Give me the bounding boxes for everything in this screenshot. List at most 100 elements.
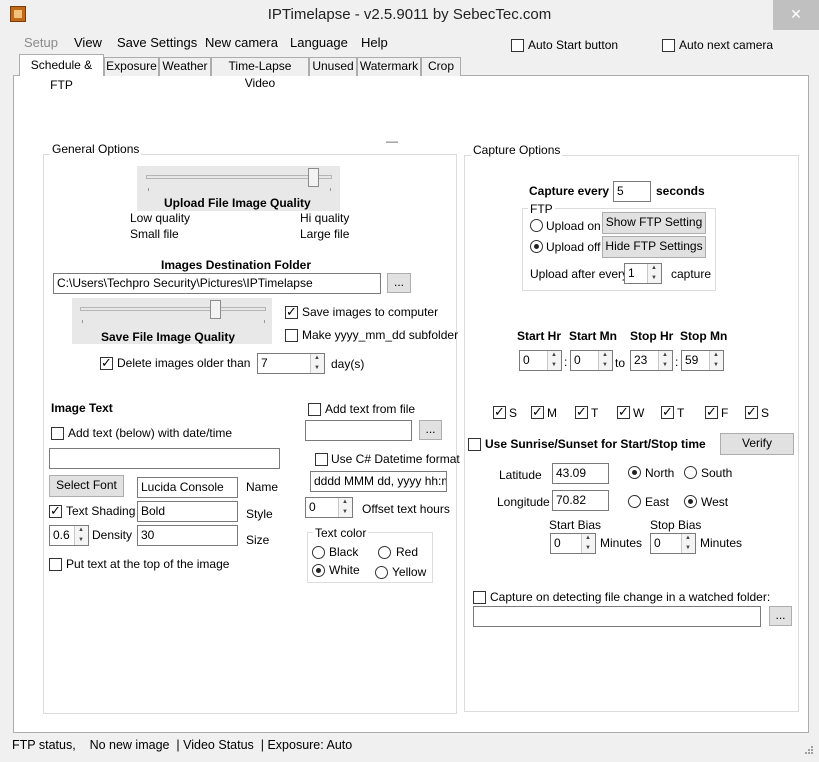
tab-weather[interactable]: Weather bbox=[159, 57, 211, 76]
color-white-radio[interactable] bbox=[312, 564, 325, 577]
day-thursday-checkbox[interactable] bbox=[661, 404, 674, 420]
day-wednesday-checkbox[interactable] bbox=[617, 404, 630, 420]
west-radio[interactable] bbox=[684, 495, 697, 508]
density-stepper[interactable]: 0.6 bbox=[49, 525, 89, 546]
color-yellow-label: Yellow bbox=[392, 565, 427, 579]
show-ftp-setting-button[interactable]: Show FTP Setting bbox=[602, 212, 706, 234]
font-name-input[interactable]: Lucida Console bbox=[137, 477, 238, 498]
spin-arrows-icon[interactable] bbox=[310, 354, 324, 373]
day-saturday-checkbox[interactable] bbox=[745, 404, 758, 420]
general-options-title: General Options bbox=[50, 142, 142, 156]
close-button[interactable]: ✕ bbox=[773, 0, 819, 30]
south-radio[interactable] bbox=[684, 466, 697, 479]
tab-crop[interactable]: Crop bbox=[421, 57, 461, 76]
start-hr-stepper[interactable]: 0 bbox=[519, 350, 562, 371]
color-red-radio[interactable] bbox=[378, 546, 391, 559]
to-label: to bbox=[615, 356, 626, 370]
capture-every-input[interactable]: 5 bbox=[613, 181, 651, 202]
spin-arrows-icon[interactable] bbox=[338, 498, 352, 517]
stop-hr-stepper[interactable]: 23 bbox=[630, 350, 673, 371]
spin-arrows-icon[interactable] bbox=[658, 351, 672, 370]
sunrise-sunset-checkbox[interactable] bbox=[468, 438, 481, 451]
save-to-computer-checkbox[interactable] bbox=[285, 304, 298, 320]
menu-save-settings[interactable]: Save Settings bbox=[117, 35, 197, 50]
select-font-button[interactable]: Select Font bbox=[49, 475, 124, 497]
hi-quality-label: Hi quality bbox=[300, 211, 350, 225]
tab-watermark[interactable]: Watermark bbox=[357, 57, 421, 76]
watched-folder-input[interactable] bbox=[473, 606, 761, 627]
colon-separator: : bbox=[675, 355, 679, 369]
tab-unused[interactable]: Unused bbox=[309, 57, 357, 76]
stop-hr-value: 23 bbox=[634, 353, 648, 367]
upload-on-radio[interactable] bbox=[530, 219, 543, 232]
upload-after-stepper[interactable]: 1 bbox=[624, 263, 662, 284]
image-text-input[interactable] bbox=[49, 448, 280, 469]
put-top-checkbox[interactable] bbox=[49, 558, 62, 571]
spin-arrows-icon[interactable] bbox=[647, 264, 661, 283]
color-red-label: Red bbox=[396, 545, 419, 559]
dest-folder-input[interactable]: C:\Users\Techpro Security\Pictures\IPTim… bbox=[53, 273, 381, 294]
stop-mn-stepper[interactable]: 59 bbox=[681, 350, 724, 371]
use-csharp-checkbox[interactable] bbox=[315, 453, 328, 466]
day-tuesday-checkbox[interactable] bbox=[575, 404, 588, 420]
datetime-format-input[interactable]: dddd MMM dd, yyyy hh:mm bbox=[310, 471, 447, 492]
spin-arrows-icon[interactable] bbox=[709, 351, 723, 370]
spin-arrows-icon[interactable] bbox=[547, 351, 561, 370]
size-input[interactable]: 30 bbox=[137, 525, 238, 546]
text-file-input[interactable] bbox=[305, 420, 412, 441]
upload-off-radio[interactable] bbox=[530, 240, 543, 253]
day-sunday-checkbox[interactable] bbox=[493, 404, 506, 420]
save-quality-slider[interactable] bbox=[209, 300, 221, 319]
text-shading-checkbox[interactable] bbox=[49, 503, 62, 519]
east-radio[interactable] bbox=[628, 495, 641, 508]
start-bias-stepper[interactable]: 0 bbox=[550, 533, 596, 554]
menu-view[interactable]: View bbox=[74, 35, 102, 50]
north-label: North bbox=[645, 466, 675, 480]
latitude-input[interactable]: 43.09 bbox=[552, 463, 609, 484]
spin-arrows-icon[interactable] bbox=[681, 534, 695, 553]
subfolder-checkbox[interactable] bbox=[285, 329, 298, 342]
style-label: Style bbox=[246, 507, 273, 521]
spin-arrows-icon[interactable] bbox=[598, 351, 612, 370]
day-friday-checkbox[interactable] bbox=[705, 404, 718, 420]
auto-next-camera-checkbox[interactable] bbox=[662, 39, 675, 52]
stop-bias-stepper[interactable]: 0 bbox=[650, 533, 696, 554]
auto-start-button-checkbox[interactable] bbox=[511, 39, 524, 52]
day-saturday-label: S bbox=[761, 406, 770, 420]
verify-button[interactable]: Verify bbox=[720, 433, 794, 455]
color-black-radio[interactable] bbox=[312, 546, 325, 559]
delete-older-checkbox[interactable] bbox=[100, 355, 113, 371]
add-from-file-checkbox[interactable] bbox=[308, 403, 321, 416]
tab-exposure[interactable]: Exposure bbox=[104, 57, 159, 76]
spin-arrows-icon[interactable] bbox=[581, 534, 595, 553]
dest-folder-browse-button[interactable]: ... bbox=[387, 273, 411, 293]
east-label: East bbox=[645, 495, 670, 509]
start-mn-stepper[interactable]: 0 bbox=[570, 350, 613, 371]
watched-folder-browse-button[interactable]: ... bbox=[769, 606, 792, 626]
menu-setup[interactable]: Setup bbox=[24, 35, 58, 50]
upload-quality-slider[interactable] bbox=[307, 168, 319, 187]
offset-hours-stepper[interactable]: 0 bbox=[305, 497, 353, 518]
style-input[interactable]: Bold bbox=[137, 501, 238, 522]
auto-next-camera-label: Auto next camera bbox=[679, 38, 774, 52]
tab-schedule-ftp[interactable]: Schedule & FTP bbox=[19, 54, 104, 92]
start-hr-value: 0 bbox=[523, 353, 530, 367]
stop-mn-value: 59 bbox=[685, 353, 699, 367]
north-radio[interactable] bbox=[628, 466, 641, 479]
menu-help[interactable]: Help bbox=[361, 35, 388, 50]
add-text-checkbox[interactable] bbox=[51, 427, 64, 440]
resize-grip-icon[interactable] bbox=[800, 745, 814, 757]
hide-ftp-settings-button[interactable]: Hide FTP Settings bbox=[602, 236, 706, 258]
color-yellow-radio[interactable] bbox=[375, 566, 388, 579]
longitude-input[interactable]: 70.82 bbox=[552, 490, 609, 511]
tab-time-lapse-video[interactable]: Time-Lapse Video bbox=[211, 57, 309, 90]
put-top-label: Put text at the top of the image bbox=[66, 557, 230, 571]
menu-language[interactable]: Language bbox=[290, 35, 348, 50]
text-file-browse-button[interactable]: ... bbox=[419, 420, 442, 440]
day-monday-checkbox[interactable] bbox=[531, 404, 544, 420]
delete-days-stepper[interactable]: 7 bbox=[257, 353, 325, 374]
large-file-label: Large file bbox=[300, 227, 350, 241]
watched-folder-checkbox[interactable] bbox=[473, 591, 486, 604]
menu-new-camera[interactable]: New camera bbox=[205, 35, 278, 50]
spin-arrows-icon[interactable] bbox=[74, 526, 88, 545]
